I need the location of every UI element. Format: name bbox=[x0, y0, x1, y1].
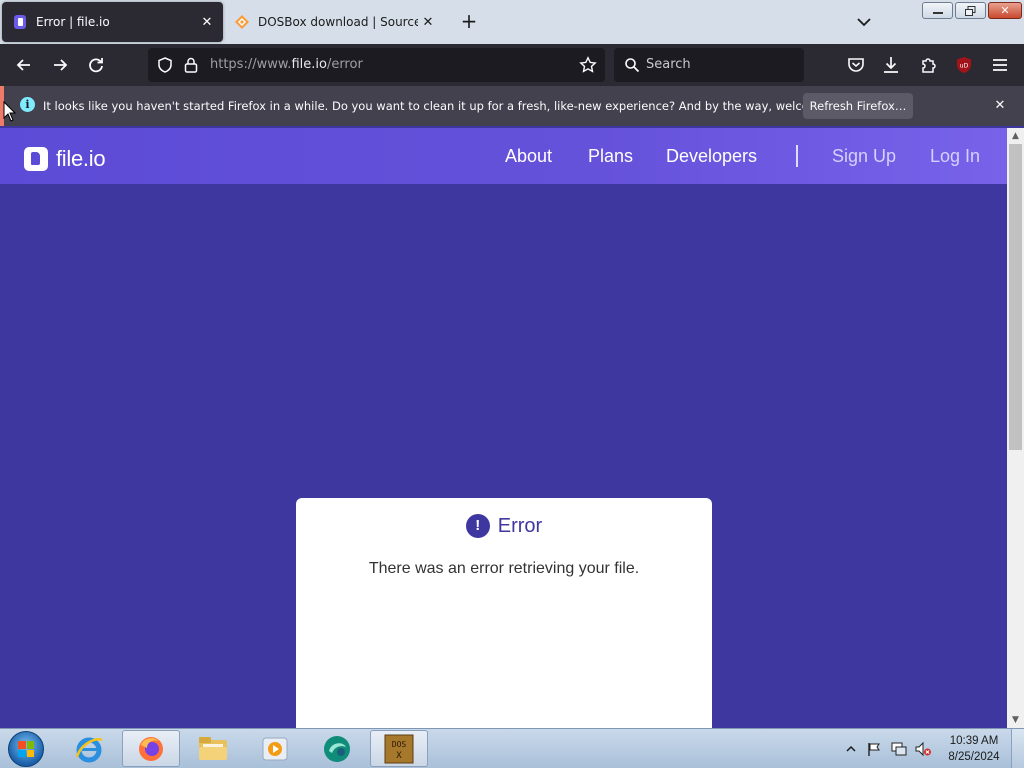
sourceforge-favicon-icon bbox=[235, 15, 249, 29]
tracking-protection-shield-icon[interactable] bbox=[156, 56, 174, 74]
tab-sourceforge[interactable]: DOSBox download | SourceForge ✕ bbox=[224, 2, 444, 42]
info-icon: i bbox=[20, 97, 35, 112]
nav-log-in[interactable]: Log In bbox=[930, 146, 980, 167]
taskbar-internet-explorer[interactable] bbox=[60, 730, 118, 767]
volume-muted-icon[interactable] bbox=[914, 741, 932, 757]
url-path: /error bbox=[326, 57, 363, 72]
error-heading: ! Error bbox=[296, 514, 712, 538]
tab-title: Error | file.io bbox=[36, 15, 110, 29]
restore-icon bbox=[965, 5, 976, 16]
url-prefix: https://www. bbox=[210, 57, 292, 72]
minimize-icon bbox=[932, 11, 943, 14]
taskbar: DOS X 10:39 AM 8/25/2024 bbox=[0, 728, 1024, 768]
tab-close-icon[interactable]: ✕ bbox=[197, 12, 217, 32]
url-domain: file.io bbox=[291, 57, 327, 72]
page-viewport: file.io About Plans Developers Sign Up L… bbox=[0, 128, 1007, 728]
minimize-button[interactable] bbox=[922, 2, 953, 19]
start-button[interactable] bbox=[8, 731, 44, 767]
svg-text:X: X bbox=[396, 751, 402, 761]
fileio-logo-icon bbox=[24, 147, 48, 171]
site-logo[interactable]: file.io bbox=[24, 146, 106, 172]
refresh-firefox-button[interactable]: Refresh Firefox… bbox=[803, 93, 913, 119]
taskbar-firefox[interactable] bbox=[122, 730, 180, 767]
notification-bar: i It looks like you haven't started Fire… bbox=[0, 86, 1024, 126]
bookmark-star-icon[interactable] bbox=[579, 56, 597, 74]
pocket-icon[interactable] bbox=[845, 54, 867, 76]
nav-plans[interactable]: Plans bbox=[588, 146, 633, 167]
nav-divider bbox=[796, 145, 798, 167]
url-text: https://www.file.io/error bbox=[210, 57, 363, 72]
nav-about[interactable]: About bbox=[505, 146, 552, 167]
system-clock[interactable]: 10:39 AM 8/25/2024 bbox=[944, 733, 1004, 765]
downloads-icon[interactable] bbox=[880, 54, 902, 76]
svg-text:DOS: DOS bbox=[392, 740, 407, 749]
search-bar[interactable]: Search bbox=[614, 48, 804, 82]
show-hidden-icons-chevron-icon[interactable] bbox=[845, 743, 857, 755]
fileio-favicon-icon bbox=[14, 15, 26, 29]
url-bar[interactable]: https://www.file.io/error bbox=[148, 48, 605, 82]
folder-icon bbox=[199, 736, 227, 760]
ublock-origin-icon[interactable]: uD bbox=[953, 54, 975, 76]
hamburger-menu-icon[interactable] bbox=[989, 54, 1011, 76]
site-header: file.io About Plans Developers Sign Up L… bbox=[0, 128, 1007, 184]
reload-icon[interactable] bbox=[85, 54, 107, 76]
media-player-icon bbox=[262, 737, 288, 760]
tab-strip: Error | file.io ✕ DOSBox download | Sour… bbox=[0, 0, 1024, 44]
navigation-toolbar: https://www.file.io/error Search uD bbox=[0, 44, 1024, 86]
lock-icon[interactable] bbox=[183, 56, 199, 74]
error-message: There was an error retrieving your file. bbox=[368, 560, 640, 577]
firefox-icon bbox=[139, 736, 163, 761]
teal-app-icon bbox=[324, 735, 350, 762]
new-tab-button[interactable]: + bbox=[458, 11, 480, 33]
tab-close-icon[interactable]: ✕ bbox=[418, 12, 438, 32]
svg-text:uD: uD bbox=[960, 63, 969, 70]
clock-time: 10:39 AM bbox=[949, 735, 999, 747]
scrollbar-thumb[interactable] bbox=[1009, 144, 1022, 450]
taskbar-teal-app[interactable] bbox=[308, 730, 366, 767]
close-icon: ✕ bbox=[1000, 4, 1010, 17]
action-center-flag-icon[interactable] bbox=[866, 741, 882, 757]
mouse-cursor-icon bbox=[3, 101, 17, 122]
dosbox-icon: DOS X bbox=[384, 734, 414, 763]
clock-date: 8/25/2024 bbox=[948, 751, 1000, 763]
taskbar-media-player[interactable] bbox=[246, 730, 304, 767]
nav-developers[interactable]: Developers bbox=[666, 146, 757, 167]
forward-arrow-icon[interactable] bbox=[49, 54, 71, 76]
tab-fileio[interactable]: Error | file.io ✕ bbox=[2, 2, 223, 42]
network-icon[interactable] bbox=[890, 741, 908, 757]
tab-title: DOSBox download | SourceForge bbox=[258, 15, 418, 29]
windows-logo-icon bbox=[18, 741, 34, 757]
notification-close-icon[interactable]: ✕ bbox=[990, 96, 1010, 116]
notification-message: It looks like you haven't started Firefo… bbox=[43, 99, 863, 113]
logo-text: file.io bbox=[56, 146, 106, 171]
show-desktop-button[interactable] bbox=[1011, 729, 1024, 768]
close-window-button[interactable]: ✕ bbox=[988, 2, 1022, 19]
error-card: ! Error There was an error retrieving yo… bbox=[296, 498, 712, 728]
restore-button[interactable] bbox=[955, 2, 986, 19]
list-all-tabs-chevron-icon[interactable] bbox=[852, 12, 876, 32]
scroll-up-arrow-icon[interactable]: ▲ bbox=[1007, 128, 1024, 144]
scroll-down-arrow-icon[interactable]: ▼ bbox=[1007, 712, 1024, 728]
error-title: Error bbox=[497, 514, 543, 537]
taskbar-dosbox[interactable]: DOS X bbox=[370, 730, 428, 767]
extensions-puzzle-icon[interactable] bbox=[917, 54, 939, 76]
error-exclamation-icon: ! bbox=[465, 514, 490, 538]
nav-sign-up[interactable]: Sign Up bbox=[832, 146, 896, 167]
search-placeholder: Search bbox=[646, 57, 691, 72]
taskbar-file-explorer[interactable] bbox=[184, 730, 242, 767]
internet-explorer-icon bbox=[75, 737, 103, 762]
back-arrow-icon[interactable] bbox=[13, 54, 35, 76]
window-controls: ✕ bbox=[922, 2, 1022, 19]
search-icon bbox=[625, 58, 640, 73]
